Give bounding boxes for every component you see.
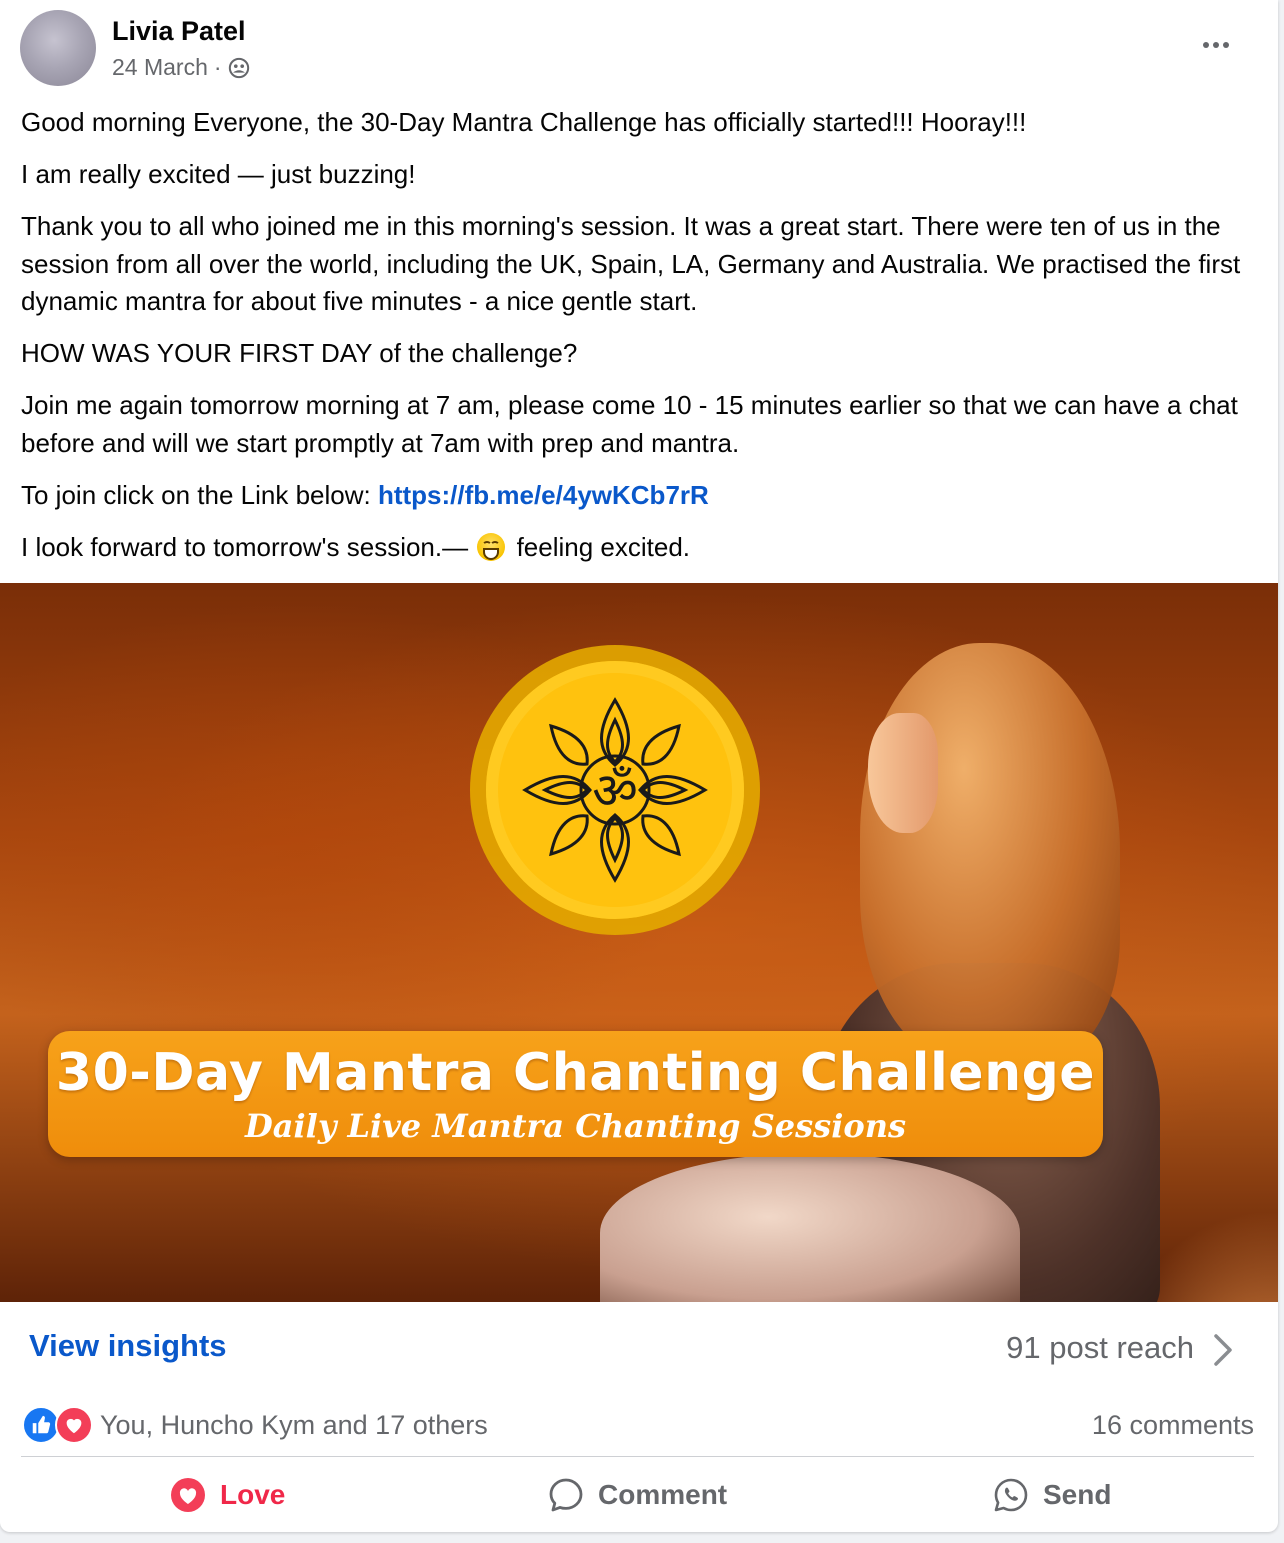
view-insights-link[interactable]: View insights: [29, 1328, 227, 1364]
post-header: Livia Patel 24 March ·: [20, 10, 1258, 88]
post-meta: 24 March ·: [112, 54, 250, 81]
om-symbol: ॐ: [592, 762, 638, 820]
insights-bar: View insights 91 post reach: [0, 1302, 1278, 1392]
post-paragraph: Thank you to all who joined me in this m…: [21, 211, 1241, 316]
love-button[interactable]: Love: [170, 1460, 285, 1530]
group-icon[interactable]: [228, 57, 250, 79]
post-paragraph: HOW WAS YOUR FIRST DAY of the challenge?: [21, 338, 578, 368]
feeling-text[interactable]: feeling excited.: [517, 532, 690, 562]
post-paragraph: Join me again tomorrow morning at 7 am, …: [21, 390, 1238, 458]
comment-button[interactable]: Comment: [548, 1460, 727, 1530]
comment-label: Comment: [598, 1479, 728, 1510]
grinning-emoji-icon: [477, 532, 506, 561]
whatsapp-icon: [994, 1478, 1028, 1512]
post-paragraph: I am really excited — just buzzing!: [21, 159, 416, 189]
more-options-button[interactable]: [1196, 30, 1236, 60]
post-body: Good morning Everyone, the 30-Day Mantra…: [21, 104, 1261, 581]
om-lotus-logo: ॐ: [486, 661, 744, 919]
woman-hair: [860, 643, 1120, 1063]
woman-face: [868, 713, 938, 833]
link-prefix: To join click on the Link below:: [21, 479, 378, 510]
event-link[interactable]: https://fb.me/e/4ywKCb7rR: [378, 480, 709, 510]
post-paragraph: I look forward to tomorrow's session.— f…: [21, 529, 1261, 567]
reaction-summary[interactable]: You, Huncho Kym and 17 others: [100, 1410, 488, 1441]
divider: [21, 1456, 1254, 1457]
meta-separator: ·: [213, 54, 222, 80]
reactions-row: You, Huncho Kym and 17 others 16 comment…: [22, 1404, 1254, 1448]
love-icon: [55, 1406, 93, 1444]
woman-knee: [600, 1153, 1020, 1302]
love-reaction-icon: [171, 1478, 205, 1512]
banner-subtitle: Daily Live Mantra Chanting Sessions: [245, 1107, 906, 1145]
love-label: Love: [220, 1479, 286, 1510]
comment-icon: [549, 1478, 583, 1512]
send-button[interactable]: Send: [993, 1460, 1111, 1530]
chevron-right-icon[interactable]: [1206, 1332, 1238, 1368]
challenge-banner: 30-Day Mantra Chanting Challenge Daily L…: [48, 1031, 1103, 1157]
post-date[interactable]: 24 March: [112, 54, 208, 81]
avatar[interactable]: [20, 10, 96, 86]
lotus-icon: ॐ: [522, 697, 708, 883]
post-image[interactable]: ॐ 30-Day Mantra Chanting Challenge Daily…: [0, 583, 1278, 1302]
comments-count[interactable]: 16 comments: [1092, 1410, 1254, 1441]
post-card: Livia Patel 24 March · Good morning Ever…: [0, 0, 1278, 1532]
post-reach[interactable]: 91 post reach: [1006, 1330, 1194, 1366]
banner-title: 30-Day Mantra Chanting Challenge: [55, 1043, 1096, 1103]
reaction-icons[interactable]: [22, 1406, 94, 1444]
action-bar: Love Comment Send: [0, 1460, 1278, 1530]
post-paragraph: Good morning Everyone, the 30-Day Mantra…: [21, 107, 1027, 137]
post-paragraph: To join click on the Link below: https:/…: [21, 477, 1261, 515]
send-label: Send: [1043, 1479, 1112, 1510]
dot-icon: [1203, 42, 1209, 48]
dot-icon: [1213, 42, 1219, 48]
closing-text: I look forward to tomorrow's session.—: [21, 531, 476, 562]
author-name[interactable]: Livia Patel: [112, 16, 246, 47]
dot-icon: [1223, 42, 1229, 48]
